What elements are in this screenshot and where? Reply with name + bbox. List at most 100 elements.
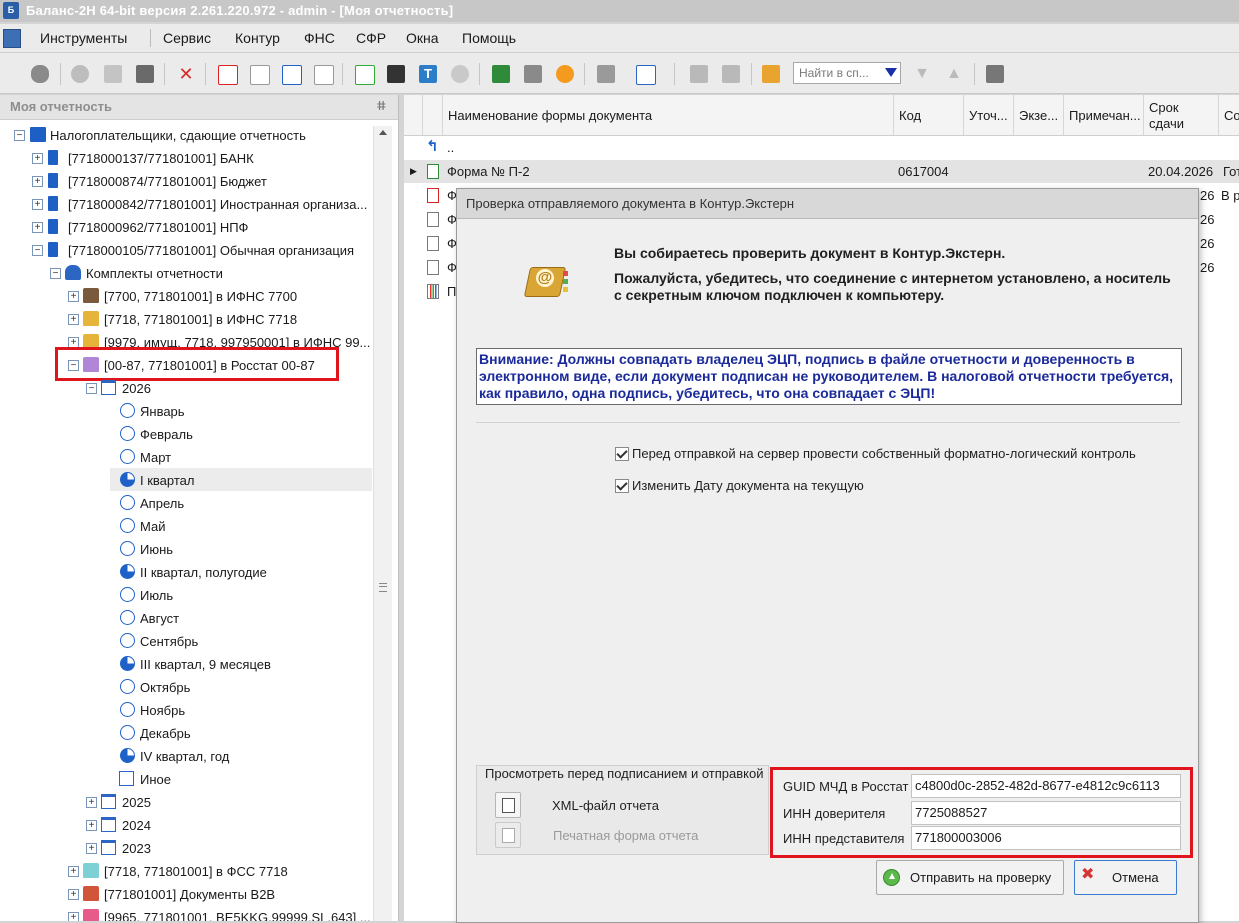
print-view-button[interactable] [495,822,521,848]
tree-set-ifns7718[interactable]: + [7718, 771801001] в ИФНС 7718 [0,308,372,331]
search-input[interactable]: Найти в сп... [793,62,901,84]
copy-icon[interactable] [524,65,542,83]
tree-expand-icon[interactable] [690,65,708,83]
tree-org-npf[interactable]: + [7718000962/771801001] НПФ [0,216,372,239]
text-icon[interactable]: T [419,65,437,83]
tree-period[interactable]: Сентябрь [0,630,372,653]
tree-period[interactable]: Май [0,515,372,538]
tree-period-selected[interactable]: I квартал [0,469,372,492]
column-header-due[interactable]: Срок сдачи [1144,95,1219,135]
tree-report-sets[interactable]: − Комплекты отчетности [0,262,372,285]
expand-icon[interactable]: + [32,222,43,233]
pin-icon[interactable]: ⵌ [377,99,386,113]
tree-period[interactable]: Декабрь [0,722,372,745]
expand-icon[interactable]: + [68,912,79,921]
binoculars-icon[interactable] [31,65,49,83]
grid-row[interactable]: ▶ Форма № П-2 0617004 20.04.2026 Гот [404,160,1239,183]
xml-view-button[interactable] [495,792,521,818]
tree-period[interactable]: II квартал, полугодие [0,561,372,584]
send-check-button[interactable]: Отправить на проверку [876,860,1064,895]
kontur-icon[interactable] [556,65,574,83]
menu-sfr[interactable]: СФР [356,30,386,46]
date-checkbox-label[interactable]: Изменить Дату документа на текущую [632,478,864,493]
collapse-icon[interactable]: − [14,130,25,141]
export-blue-icon[interactable] [282,65,302,85]
tree-set-fss[interactable]: + [7718, 771801001] в ФСС 7718 [0,860,372,883]
tree-period[interactable]: Июль [0,584,372,607]
approve-icon[interactable] [451,65,469,83]
tree-year-2023[interactable]: + 2023 [0,837,372,860]
column-header-correction[interactable]: Уточ... [964,95,1014,135]
tree-period[interactable]: Январь [0,400,372,423]
column-header-name[interactable]: Наименование формы документа [443,95,894,135]
tree-period[interactable]: Март [0,446,372,469]
column-header-code[interactable]: Код [894,95,964,135]
scroll-grip-icon[interactable] [379,583,387,592]
menu-help[interactable]: Помощь [462,30,516,46]
send-icon[interactable] [492,65,510,83]
date-checkbox[interactable] [615,479,629,493]
import-icon[interactable] [250,65,270,85]
tree-year-2026[interactable]: − 2026 [0,377,372,400]
tree-period[interactable]: Июнь [0,538,372,561]
search-list-icon[interactable] [762,65,780,83]
delete-icon[interactable]: ✕ [177,65,195,83]
tree-period[interactable]: Февраль [0,423,372,446]
xml-icon[interactable] [387,65,405,83]
print-icon[interactable] [136,65,154,83]
column-header-copy[interactable]: Экзе... [1014,95,1064,135]
menu-windows[interactable]: Окна [406,30,439,46]
tree-org-regular[interactable]: − [7718000105/771801001] Обычная организ… [0,239,372,262]
menu-kontur[interactable]: Контур [235,30,280,46]
tree-period[interactable]: Ноябрь [0,699,372,722]
expand-icon[interactable]: + [86,797,97,808]
print-view-label[interactable]: Печатная форма отчета [553,828,698,843]
menu-tools[interactable]: Инструменты [40,30,127,46]
expand-icon[interactable]: + [32,153,43,164]
menu-fns[interactable]: ФНС [304,30,335,46]
expand-icon[interactable]: + [68,291,79,302]
flk-checkbox-label[interactable]: Перед отправкой на сервер провести собст… [632,446,1136,461]
window-menu-icon[interactable] [3,29,21,48]
tree-period[interactable]: III квартал, 9 месяцев [0,653,372,676]
xml-view-label[interactable]: XML-файл отчета [552,798,659,813]
tree-period[interactable]: Август [0,607,372,630]
tree-org-foreign[interactable]: + [7718000842/771801001] Иностранная орг… [0,193,372,216]
tree-set-ifns7700[interactable]: + [7700, 771801001] в ИФНС 7700 [0,285,372,308]
tree-year-2025[interactable]: + 2025 [0,791,372,814]
menu-service[interactable]: Сервис [163,30,211,46]
add-icon[interactable] [71,65,89,83]
column-header-status[interactable]: Со [1219,95,1239,135]
arrow-up-icon[interactable]: ▲ [945,65,963,83]
layout-icon[interactable] [636,65,656,85]
cancel-button[interactable]: ✖ Отмена [1074,860,1177,895]
grid-row-up[interactable]: ↰ .. [404,136,1239,159]
expand-icon[interactable]: + [86,820,97,831]
tree-org-budget[interactable]: + [7718000874/771801001] Бюджет [0,170,372,193]
edit-icon[interactable] [104,65,122,83]
tree-scrollbar[interactable] [373,126,392,921]
expand-icon[interactable]: + [32,176,43,187]
column-header-note[interactable]: Примечан... [1064,95,1144,135]
tree-root[interactable]: − Налогоплательщики, сдающие отчетность [0,124,372,147]
tree-year-2024[interactable]: + 2024 [0,814,372,837]
scroll-up-icon[interactable] [379,130,387,135]
archive-icon[interactable] [597,65,615,83]
tree-set-other[interactable]: + [9965, 771801001, BE5KKG.99999.SL.643]… [0,906,372,921]
collapse-icon[interactable]: − [50,268,61,279]
check-doc-icon[interactable] [355,65,375,85]
expand-icon[interactable]: + [68,889,79,900]
tree-period[interactable]: Апрель [0,492,372,515]
tree-org-bank[interactable]: + [7718000137/771801001] БАНК [0,147,372,170]
arrow-down-icon[interactable]: ▼ [913,65,931,83]
expand-icon[interactable]: + [68,866,79,877]
close-panel-icon[interactable] [986,65,1004,83]
collapse-icon[interactable]: − [86,383,97,394]
tree-set-b2b[interactable]: + [771801001] Документы B2B [0,883,372,906]
expand-icon[interactable]: + [32,199,43,210]
expand-icon[interactable]: + [68,314,79,325]
dropdown-arrow-icon[interactable] [885,68,897,77]
new-doc-icon[interactable] [314,65,334,85]
flk-checkbox[interactable] [615,447,629,461]
collapse-icon[interactable]: − [32,245,43,256]
